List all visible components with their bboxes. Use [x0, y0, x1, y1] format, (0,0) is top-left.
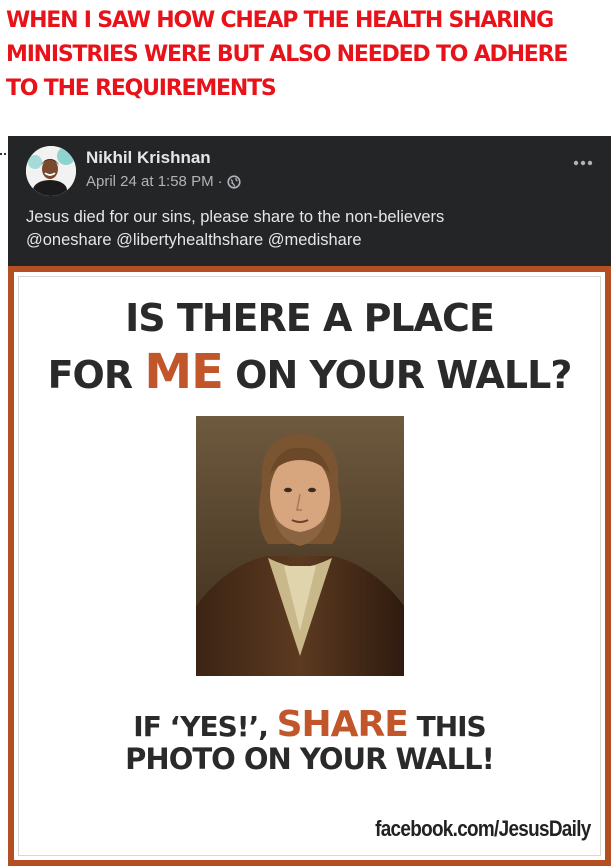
meme-caption: WHEN I SAW HOW CHEAP THE HEALTH SHARING … — [6, 8, 568, 101]
meta-separator: · — [217, 173, 223, 190]
headline-for: FOR — [47, 353, 145, 397]
globe-icon[interactable] — [226, 174, 241, 189]
facebook-post: Nikhil Krishnan April 24 at 1:58 PM · Je… — [8, 136, 611, 267]
meme-image[interactable]: IS THERE A PLACE FOR ME ON YOUR WALL? IF… — [8, 266, 611, 866]
meme-headline-line2: FOR ME ON YOUR WALL? — [14, 344, 605, 400]
portrait-photo — [196, 416, 404, 676]
post-text: Jesus died for our sins, please share to… — [26, 206, 596, 252]
post-timestamp[interactable]: April 24 at 1:58 PM — [86, 173, 214, 190]
watermark: facebook.com/JesusDaily — [375, 816, 591, 841]
meme-headline-line1: IS THERE A PLACE — [125, 296, 495, 340]
post-meta: April 24 at 1:58 PM · — [86, 173, 241, 190]
headline-rest: ON YOUR WALL? — [222, 353, 572, 397]
avatar[interactable] — [26, 146, 76, 196]
headline-me: ME — [144, 344, 224, 400]
more-options-icon[interactable] — [571, 158, 595, 168]
post-mentions[interactable]: @oneshare @libertyhealthshare @medishare — [26, 229, 596, 252]
share-line-1: IF ‘YES!’, SHARE THIS — [14, 704, 605, 745]
post-author-name[interactable]: Nikhil Krishnan — [86, 148, 211, 168]
share-suffix: THIS — [407, 710, 487, 743]
post-text-line: Jesus died for our sins, please share to… — [26, 208, 445, 226]
share-word: SHARE — [276, 704, 409, 745]
share-prefix: IF ‘YES!’, — [133, 710, 277, 743]
share-line-2: PHOTO ON YOUR WALL! — [125, 742, 495, 776]
